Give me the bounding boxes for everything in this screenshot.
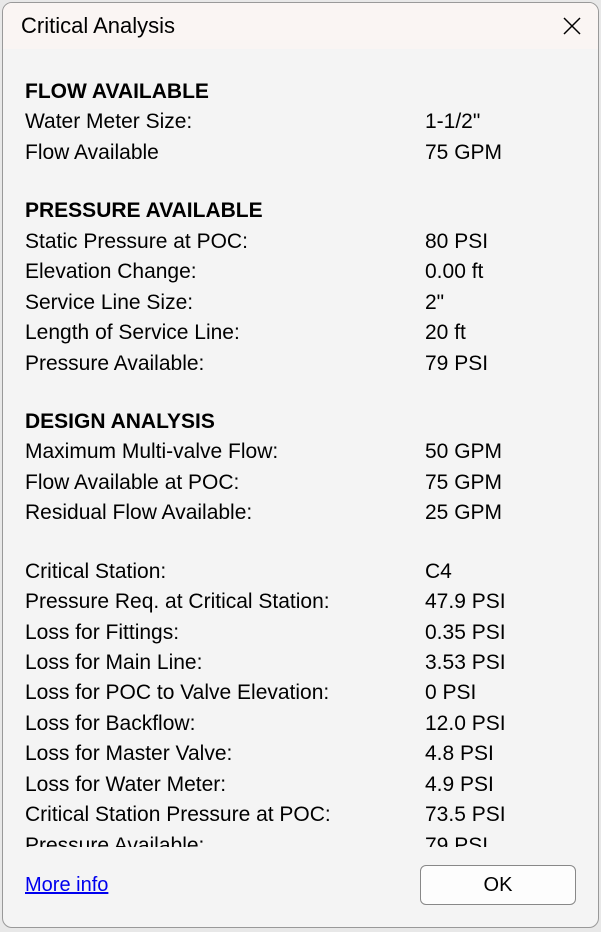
dialog-title: Critical Analysis	[21, 13, 175, 39]
label: Critical Station Pressure at POC:	[25, 800, 425, 830]
label: Residual Flow Available:	[25, 498, 425, 528]
label: Static Pressure at POC:	[25, 227, 425, 257]
row-static-pressure: Static Pressure at POC: 80 PSI	[25, 227, 576, 257]
value: 47.9 PSI	[425, 587, 576, 617]
flow-available-header: FLOW AVAILABLE	[25, 77, 576, 107]
row-loss-water-meter: Loss for Water Meter: 4.9 PSI	[25, 770, 576, 800]
label: Length of Service Line:	[25, 318, 425, 348]
value: 75 GPM	[425, 468, 576, 498]
label: Loss for POC to Valve Elevation:	[25, 678, 425, 708]
row-flow-available-poc: Flow Available at POC: 75 GPM	[25, 468, 576, 498]
row-pressure-available: Pressure Available: 79 PSI	[25, 349, 576, 379]
label: Loss for Backflow:	[25, 709, 425, 739]
value: 75 GPM	[425, 138, 576, 168]
row-loss-main-line: Loss for Main Line: 3.53 PSI	[25, 648, 576, 678]
value: 4.8 PSI	[425, 739, 576, 769]
label: Water Meter Size:	[25, 107, 425, 137]
label: Elevation Change:	[25, 257, 425, 287]
value: 0.35 PSI	[425, 618, 576, 648]
row-max-multi-valve-flow: Maximum Multi-valve Flow: 50 GPM	[25, 437, 576, 467]
label: Service Line Size:	[25, 288, 425, 318]
value: 79 PSI	[425, 831, 576, 847]
value: 0.00 ft	[425, 257, 576, 287]
row-critical-station-pressure: Critical Station Pressure at POC: 73.5 P…	[25, 800, 576, 830]
row-water-meter-size: Water Meter Size: 1-1/2"	[25, 107, 576, 137]
row-loss-fittings: Loss for Fittings: 0.35 PSI	[25, 618, 576, 648]
close-icon[interactable]	[562, 16, 582, 36]
value: 73.5 PSI	[425, 800, 576, 830]
dialog-content: FLOW AVAILABLE Water Meter Size: 1-1/2" …	[3, 49, 598, 847]
value: 0 PSI	[425, 678, 576, 708]
value: 20 ft	[425, 318, 576, 348]
label: Flow Available at POC:	[25, 468, 425, 498]
row-critical-station: Critical Station: C4	[25, 557, 576, 587]
label: Maximum Multi-valve Flow:	[25, 437, 425, 467]
value: 2"	[425, 288, 576, 318]
label: Pressure Available:	[25, 349, 425, 379]
value: 80 PSI	[425, 227, 576, 257]
value: 4.9 PSI	[425, 770, 576, 800]
row-pressure-req: Pressure Req. at Critical Station: 47.9 …	[25, 587, 576, 617]
row-loss-master-valve: Loss for Master Valve: 4.8 PSI	[25, 739, 576, 769]
design-analysis-header: DESIGN ANALYSIS	[25, 407, 576, 437]
label: Loss for Main Line:	[25, 648, 425, 678]
dialog-footer: More info OK	[3, 847, 598, 927]
row-flow-available: Flow Available 75 GPM	[25, 138, 576, 168]
critical-analysis-dialog: Critical Analysis FLOW AVAILABLE Water M…	[2, 2, 599, 928]
label: Loss for Water Meter:	[25, 770, 425, 800]
row-elevation-change: Elevation Change: 0.00 ft	[25, 257, 576, 287]
value: 79 PSI	[425, 349, 576, 379]
row-loss-backflow: Loss for Backflow: 12.0 PSI	[25, 709, 576, 739]
row-pressure-available-da: Pressure Available: 79 PSI	[25, 831, 576, 847]
value: 12.0 PSI	[425, 709, 576, 739]
more-info-link[interactable]: More info	[25, 874, 108, 897]
titlebar: Critical Analysis	[3, 3, 598, 49]
label: Pressure Available:	[25, 831, 425, 847]
value: 1-1/2"	[425, 107, 576, 137]
label: Loss for Master Valve:	[25, 739, 425, 769]
row-length-service-line: Length of Service Line: 20 ft	[25, 318, 576, 348]
value: C4	[425, 557, 576, 587]
pressure-available-header: PRESSURE AVAILABLE	[25, 196, 576, 226]
label: Pressure Req. at Critical Station:	[25, 587, 425, 617]
ok-button[interactable]: OK	[420, 865, 576, 905]
value: 50 GPM	[425, 437, 576, 467]
label: Loss for Fittings:	[25, 618, 425, 648]
label: Flow Available	[25, 138, 425, 168]
row-loss-poc-valve: Loss for POC to Valve Elevation: 0 PSI	[25, 678, 576, 708]
row-residual-flow: Residual Flow Available: 25 GPM	[25, 498, 576, 528]
value: 25 GPM	[425, 498, 576, 528]
label: Critical Station:	[25, 557, 425, 587]
value: 3.53 PSI	[425, 648, 576, 678]
row-service-line-size: Service Line Size: 2"	[25, 288, 576, 318]
